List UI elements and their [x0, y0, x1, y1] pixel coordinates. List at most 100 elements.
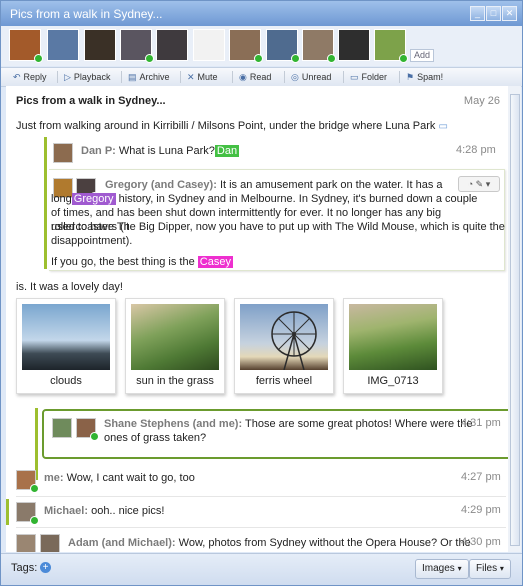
blip-menu-button[interactable]: ◔ ✎ ▾: [458, 176, 500, 192]
reply-michael[interactable]: Michael: ooh.. nice pics!: [44, 504, 164, 518]
files-label: Files: [476, 563, 498, 574]
avatar: [40, 534, 60, 552]
toolbar-label: Unread: [301, 72, 332, 82]
photo-image: [240, 304, 328, 371]
reply-gregory-line2: long Gregory history, in Sydney and in Me…: [51, 192, 477, 206]
images-label: Images: [422, 563, 455, 574]
reply-text: If you go, the best thing is the: [51, 256, 195, 268]
toolbar-label: Playback: [73, 72, 111, 82]
chevron-down-icon: ▾: [499, 564, 504, 573]
playback-icon: ▷: [64, 72, 71, 82]
toolbar-label: Spam!: [417, 72, 444, 82]
online-indicator: [254, 54, 263, 63]
tags-label: Tags:: [11, 562, 38, 574]
spam-icon: ⚑: [406, 72, 415, 82]
thread-bar: [6, 499, 9, 525]
user-tag-casey: Casey: [197, 256, 233, 268]
playback-button[interactable]: ▷ Playback: [64, 70, 110, 84]
reply-me[interactable]: me: Wow, I cant wait to go, too: [44, 471, 195, 485]
reply-text: long: [51, 193, 72, 205]
avatar-10[interactable]: [338, 29, 370, 61]
reply-text: Wow, photos from Sydney without the Oper…: [178, 537, 471, 549]
reply-text: ooh.. nice pics!: [91, 505, 165, 517]
online-indicator: [30, 516, 39, 525]
online-indicator: [291, 54, 300, 63]
avatar: [52, 418, 72, 438]
avatar-6[interactable]: [193, 29, 225, 61]
unread-icon: ◎: [291, 72, 299, 82]
read-button[interactable]: ◉ Read: [239, 70, 271, 84]
photo-card-clouds[interactable]: clouds: [16, 298, 116, 394]
reply-time: 4:28 pm: [456, 144, 496, 156]
photo-caption: ferris wheel: [255, 375, 313, 387]
files-button[interactable]: Files ▾: [469, 559, 511, 579]
minimize-button[interactable]: _: [470, 6, 485, 21]
photo-caption: sun in the grass: [136, 375, 214, 387]
author-name: Adam (and Michael):: [68, 537, 176, 549]
photo-card-ferris[interactable]: ferris wheel: [234, 298, 334, 394]
reply-text: Those are some great photos! Where were …: [245, 418, 473, 430]
online-indicator: [399, 54, 408, 63]
spam-button[interactable]: ⚑ Spam!: [406, 70, 443, 84]
toolbar-separator: [121, 71, 122, 83]
reply-button[interactable]: ↶ Reply: [13, 70, 47, 84]
images-button[interactable]: Images ▾: [415, 559, 469, 579]
photo-card-grass[interactable]: sun in the grass: [125, 298, 225, 394]
toolbar-separator: [399, 71, 400, 83]
author-name: me:: [44, 472, 64, 484]
reply-time: 4:29 pm: [461, 504, 501, 516]
reply-dan[interactable]: Dan P: What is Luna Park? Dan: [81, 144, 240, 158]
mute-button[interactable]: ✕ Mute: [187, 70, 218, 84]
avatar: [53, 143, 73, 163]
photo-card-img0713[interactable]: IMG_0713: [343, 298, 443, 394]
archive-icon: ▤: [128, 72, 137, 82]
scrollbar-thumb[interactable]: [510, 94, 520, 546]
title-bar: Pics from a walk in Sydney... _ □ ✕: [1, 1, 522, 26]
inline-reply-icon[interactable]: ▭: [439, 121, 448, 132]
reply-shane: Shane Stephens (and me): Those are some …: [104, 417, 472, 431]
reply-gregory-line1[interactable]: Gregory (and Casey): It is an amusement …: [105, 178, 443, 192]
reply-text: What is Luna Park?: [118, 145, 215, 157]
chevron-down-icon: ▾: [457, 564, 462, 573]
folder-button[interactable]: ▭ Folder: [350, 70, 387, 84]
reply-text: history, in Sydney and in Melbourne. In …: [118, 193, 478, 205]
add-participant-button[interactable]: Add: [410, 49, 435, 62]
wave-toolbar: ↶ Reply ▷ Playback ▤ Archive ✕ Mute ◉ Read ◎ Unread…: [1, 67, 522, 87]
divider: [16, 496, 506, 497]
read-icon: ◉: [239, 72, 247, 82]
avatar: [16, 534, 36, 552]
reply-adam[interactable]: Adam (and Michael): Wow, photos from Syd…: [68, 536, 471, 550]
online-indicator: [30, 484, 39, 493]
wave-content: Pics from a walk in Sydney... May 26 Jus…: [6, 86, 508, 552]
toolbar-separator: [180, 71, 181, 83]
wave-date: May 26: [463, 95, 500, 107]
toolbar-label: Archive: [139, 72, 170, 82]
maximize-button[interactable]: □: [486, 6, 501, 21]
toolbar-separator: [57, 71, 58, 83]
toolbar-separator: [284, 71, 285, 83]
intro-continued: is. It was a lovely day!: [16, 281, 123, 293]
reply-gregory-line4: used to have The Big Dipper, now you hav…: [51, 221, 505, 233]
photo-gallery: clouds sun in the grass ferris wheel IMG…: [16, 298, 456, 398]
reply-icon: ↶: [13, 72, 21, 82]
online-indicator: [327, 54, 336, 63]
window-title: Pics from a walk in Sydney...: [10, 7, 163, 21]
user-tag-dan: Dan: [214, 145, 240, 157]
thread-bar: [44, 137, 47, 269]
archive-button[interactable]: ▤ Archive: [128, 70, 170, 84]
reply-time: 4:30 pm: [461, 536, 501, 548]
avatar-3[interactable]: [84, 29, 116, 61]
scrollbar[interactable]: [508, 86, 521, 552]
author-name: Dan P:: [81, 145, 116, 157]
toolbar-separator: [232, 71, 233, 83]
unread-button[interactable]: ◎ Unread: [291, 70, 331, 84]
author-name: Gregory (and Casey):: [105, 179, 217, 191]
close-button[interactable]: ✕: [502, 6, 517, 21]
mute-icon: ✕: [187, 72, 195, 82]
photo-image: [349, 304, 437, 370]
intro-text: Just from walking around in Kirribilli /…: [16, 120, 436, 132]
avatar-2[interactable]: [47, 29, 79, 61]
photo-image: [22, 304, 110, 370]
avatar-5[interactable]: [156, 29, 188, 61]
add-tag-button[interactable]: +: [40, 562, 51, 573]
